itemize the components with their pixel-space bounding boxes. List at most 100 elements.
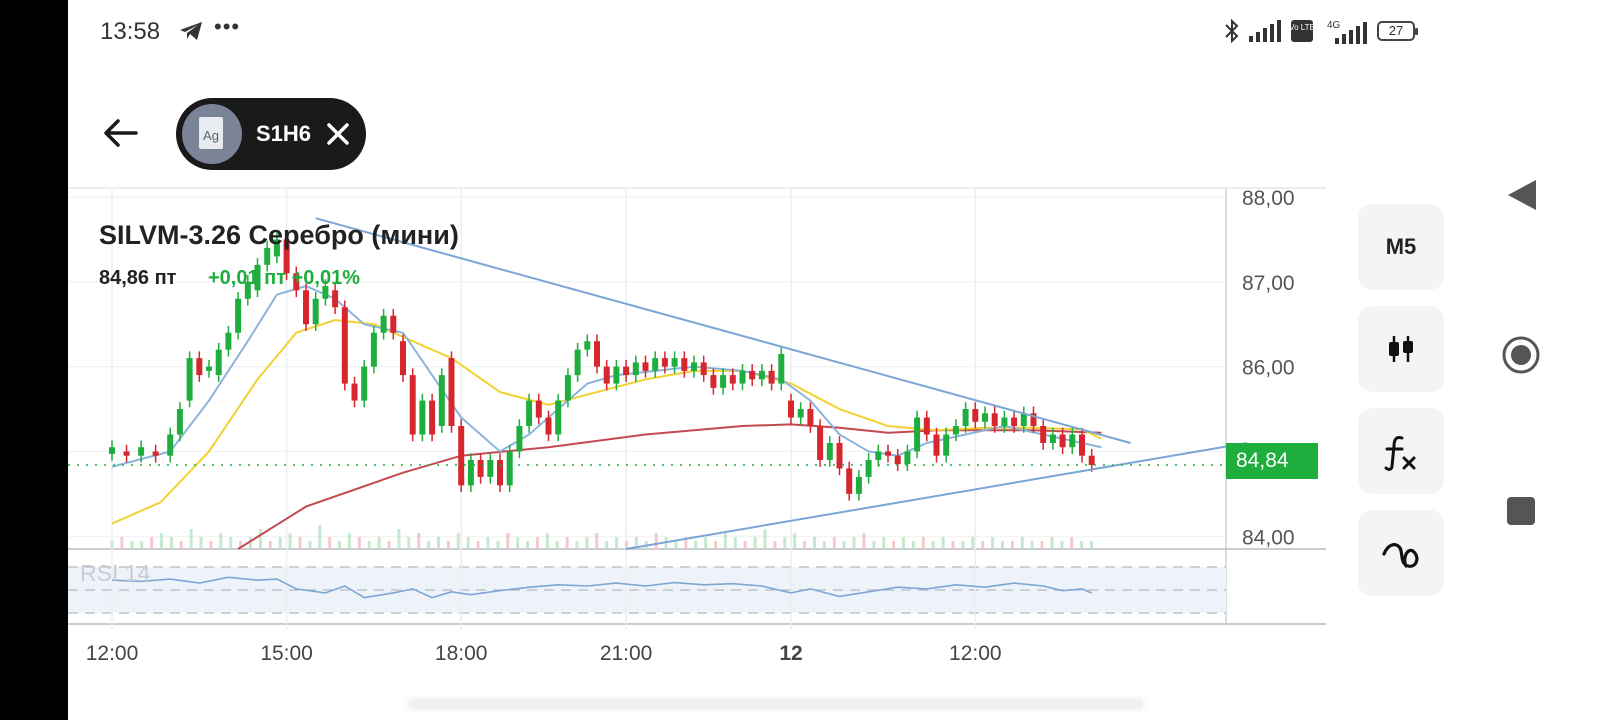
volume-bar: [921, 537, 925, 549]
silver-logo-icon: Ag: [199, 117, 223, 149]
candle-body: [419, 400, 426, 435]
volume-bar: [545, 533, 549, 549]
volume-bar: [466, 537, 470, 549]
candle-body: [691, 362, 697, 371]
candle-body: [167, 434, 174, 456]
nav-back-icon[interactable]: [1506, 178, 1538, 212]
volume-bar: [832, 537, 836, 549]
status-icons: Vo LTE 4G 27: [1223, 18, 1418, 44]
volume-bar: [902, 537, 906, 549]
candle-body: [923, 417, 930, 435]
bluetooth-icon: [1225, 18, 1239, 44]
volume-bar: [476, 541, 480, 549]
volume-bar: [971, 537, 975, 549]
volume-bar: [150, 537, 154, 549]
candle-body: [467, 459, 474, 486]
candle-body: [1059, 434, 1066, 448]
volume-bar: [1080, 541, 1084, 549]
back-arrow-icon[interactable]: [98, 110, 144, 156]
volume-bar: [298, 537, 302, 549]
volume-bar: [575, 541, 579, 549]
candle-body: [982, 413, 988, 422]
candle-body: [506, 451, 513, 486]
volume-bar: [397, 529, 401, 549]
instrument-change: +0,01 пт +0,01%: [208, 267, 360, 289]
volume-bar: [1030, 541, 1034, 549]
timeframe-label: M5: [1385, 234, 1417, 259]
volume-bar: [387, 541, 391, 549]
candle-body: [351, 383, 358, 401]
volume-bar: [961, 541, 965, 549]
candle-body: [846, 468, 853, 494]
y-tick-label: 88,00: [1242, 187, 1295, 210]
candle-body: [632, 362, 639, 376]
volume-bar: [318, 525, 322, 549]
candle-body: [904, 451, 911, 465]
drawing-tools-button[interactable]: [1358, 510, 1444, 596]
volume-bar: [199, 537, 203, 549]
volume-bar: [1000, 541, 1004, 549]
volume-bar: [347, 533, 351, 549]
price-chart[interactable]: 88,00 87,00 86,00 84,00 12:00 15:00 18:00 21:00…: [68, 185, 1328, 665]
candle-body: [400, 341, 406, 376]
candle-body: [1020, 413, 1027, 427]
candle-body: [1088, 455, 1095, 466]
volume-bar: [1070, 537, 1074, 549]
candle-body: [623, 366, 630, 376]
candle-body: [1011, 417, 1018, 427]
volume-bar: [1060, 541, 1064, 549]
signal-4g-icon: 4G: [1327, 20, 1367, 44]
candle-body: [448, 358, 455, 427]
candle-body: [370, 332, 377, 367]
timeframe-button[interactable]: M5: [1358, 204, 1444, 290]
telegram-icon: [180, 22, 202, 40]
candle-body: [749, 370, 756, 380]
volume-bar: [189, 529, 193, 549]
candle-body: [972, 409, 979, 422]
candle-body: [380, 315, 387, 333]
volume-bar: [704, 537, 708, 549]
candle-body: [235, 298, 242, 333]
candle-body: [312, 298, 319, 325]
volume-bar: [981, 541, 985, 549]
volume-bar: [654, 533, 658, 549]
volume-bar: [377, 537, 381, 549]
y-tick-label: 86,00: [1242, 357, 1295, 380]
volume-bar: [763, 529, 767, 549]
close-icon[interactable]: [324, 120, 352, 148]
candle-body: [109, 447, 115, 455]
candle-body: [497, 459, 503, 486]
candle-body: [817, 426, 824, 460]
volume-bar: [140, 541, 144, 549]
instrument-chip[interactable]: Ag S1H6: [176, 98, 366, 170]
volume-bar: [941, 537, 945, 549]
nav-home-icon[interactable]: [1500, 334, 1542, 376]
volume-bar: [110, 541, 114, 549]
candle-body: [1001, 417, 1008, 427]
candle-body: [477, 459, 484, 477]
candle-body: [215, 349, 222, 376]
indicators-button[interactable]: [1358, 408, 1444, 494]
volume-bar: [803, 541, 807, 549]
volte-icon: Vo LTE: [1291, 20, 1313, 42]
volume-bar: [338, 541, 342, 549]
volume-bar: [743, 541, 747, 549]
volume-bar: [822, 541, 826, 549]
volume-bar: [585, 537, 589, 549]
candle-body: [303, 290, 309, 325]
volume-bar: [407, 537, 411, 549]
candle-body: [1079, 434, 1085, 456]
volume-bar: [1020, 537, 1024, 549]
x-tick-label: 21:00: [600, 642, 653, 665]
volume-bar: [427, 541, 431, 549]
volume-bar: [209, 541, 213, 549]
chart-type-button[interactable]: [1358, 306, 1444, 392]
volume-bar: [674, 541, 678, 549]
candle-body: [739, 370, 746, 384]
candle-body: [661, 358, 668, 367]
volume-bar: [605, 541, 609, 549]
nav-recent-icon[interactable]: [1507, 497, 1535, 525]
instrument-title: SILVM-3.26 Серебро (мини): [99, 220, 459, 250]
volume-bar: [911, 541, 915, 549]
volume-bar: [308, 541, 312, 549]
